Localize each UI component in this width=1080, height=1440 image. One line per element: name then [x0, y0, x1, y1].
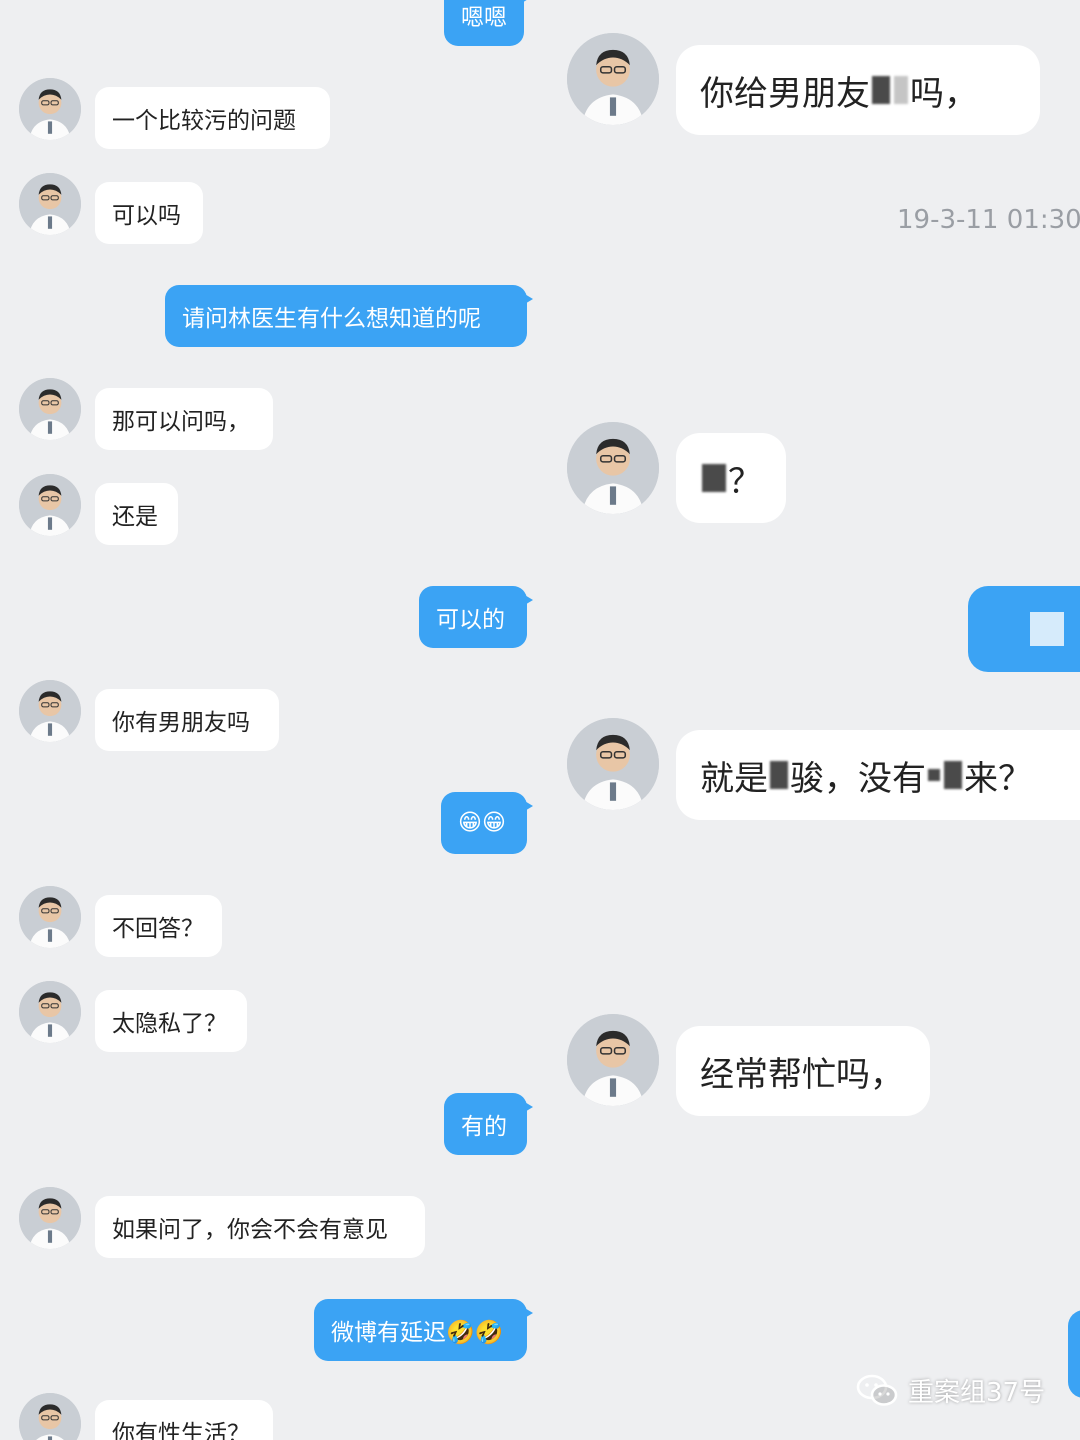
- chat-pane-right: 你给男朋友 吗， 19-3-11 01:30 ？ 就是 骏，没有 来？ 经常帮忙吗， …: [548, 0, 1080, 1440]
- message-text: 😁😁: [458, 810, 506, 836]
- message-text: 你有性生活？: [112, 1421, 250, 1440]
- message-bubble-outgoing[interactable]: 😁😁: [441, 792, 533, 854]
- blurred-image: [1030, 612, 1064, 646]
- message-text: 可以吗: [112, 203, 181, 229]
- watermark-text: 重案组37号: [908, 1378, 1046, 1408]
- avatar[interactable]: [567, 1014, 659, 1106]
- message-text: 来？: [964, 758, 1032, 799]
- avatar[interactable]: [567, 422, 659, 514]
- avatar[interactable]: [567, 33, 659, 125]
- message-text: 如果问了，你会不会有意见: [112, 1217, 388, 1243]
- message-text: 一个比较污的问题: [112, 108, 296, 134]
- redaction: [944, 761, 962, 789]
- message-text: 不回答？: [112, 916, 204, 942]
- message-text: 有的: [461, 1114, 507, 1140]
- message-text: 你给男朋友: [700, 73, 870, 114]
- avatar[interactable]: [567, 718, 659, 810]
- message-text: 请问林医生有什么想知道的呢: [182, 306, 481, 332]
- message-bubble-incoming[interactable]: 就是 骏，没有 来？: [676, 730, 1080, 820]
- message-bubble-incoming[interactable]: 可以吗: [95, 182, 203, 244]
- wechat-icon: [856, 1374, 898, 1406]
- avatar[interactable]: [19, 1393, 81, 1440]
- message-text: 吗，: [910, 73, 978, 114]
- message-bubble-incoming[interactable]: 不回答？: [95, 895, 222, 957]
- avatar[interactable]: [19, 173, 81, 235]
- message-text: 就是: [700, 758, 768, 799]
- message-bubble-incoming[interactable]: 一个比较污的问题: [95, 87, 330, 149]
- message-bubble-incoming[interactable]: 你有男朋友吗: [95, 689, 279, 751]
- message-text: 经常帮忙吗，: [700, 1054, 904, 1095]
- message-text: ？: [728, 461, 762, 502]
- redaction: [894, 76, 908, 104]
- timestamp: 19-3-11 01:30: [897, 205, 1080, 235]
- avatar[interactable]: [19, 474, 81, 536]
- avatar[interactable]: [19, 886, 81, 948]
- chat-pane-left: 嗯嗯 一个比较污的问题 可以吗 请问林医生有什么想知道的呢 那可以问吗， 还是 …: [0, 0, 548, 1440]
- redaction: [928, 769, 940, 781]
- watermark: 重案组37号: [856, 1372, 1045, 1409]
- message-text: 你有男朋友吗: [112, 710, 250, 736]
- message-bubble-incoming[interactable]: 你给男朋友 吗，: [676, 45, 1040, 135]
- message-bubble-incoming[interactable]: 还是: [95, 483, 178, 545]
- message-text: 嗯嗯: [461, 5, 507, 31]
- message-bubble-incoming[interactable]: 那可以问吗，: [95, 388, 273, 450]
- message-bubble-incoming[interactable]: 你有性生活？: [95, 1400, 273, 1440]
- avatar[interactable]: [19, 378, 81, 440]
- message-bubble-incoming[interactable]: ？: [676, 433, 786, 523]
- message-bubble-outgoing[interactable]: [1068, 1310, 1080, 1398]
- avatar[interactable]: [19, 78, 81, 140]
- avatar[interactable]: [19, 680, 81, 742]
- message-text: 可以的: [436, 607, 505, 633]
- message-bubble-outgoing[interactable]: 有的: [444, 1093, 533, 1155]
- avatar[interactable]: [19, 1187, 81, 1249]
- message-bubble-outgoing[interactable]: 微博有延迟🤣🤣: [314, 1299, 533, 1361]
- message-bubble-incoming[interactable]: 如果问了，你会不会有意见: [95, 1196, 425, 1258]
- message-bubble-outgoing[interactable]: [968, 586, 1080, 672]
- message-bubble-outgoing[interactable]: 请问林医生有什么想知道的呢: [165, 285, 533, 347]
- message-text: 骏，没有: [790, 758, 926, 799]
- message-text: 太隐私了？: [112, 1011, 227, 1037]
- redaction: [872, 76, 890, 104]
- message-text: 微博有延迟🤣🤣: [331, 1320, 504, 1346]
- message-text: 还是: [112, 504, 158, 530]
- redaction: [702, 464, 726, 492]
- message-bubble-incoming[interactable]: 经常帮忙吗，: [676, 1026, 930, 1116]
- redaction: [770, 761, 788, 789]
- message-bubble-outgoing[interactable]: 可以的: [419, 586, 533, 648]
- message-bubble-incoming[interactable]: 太隐私了？: [95, 990, 247, 1052]
- message-text: 那可以问吗，: [112, 409, 250, 435]
- avatar[interactable]: [19, 981, 81, 1043]
- message-bubble-outgoing[interactable]: 嗯嗯: [444, 0, 530, 46]
